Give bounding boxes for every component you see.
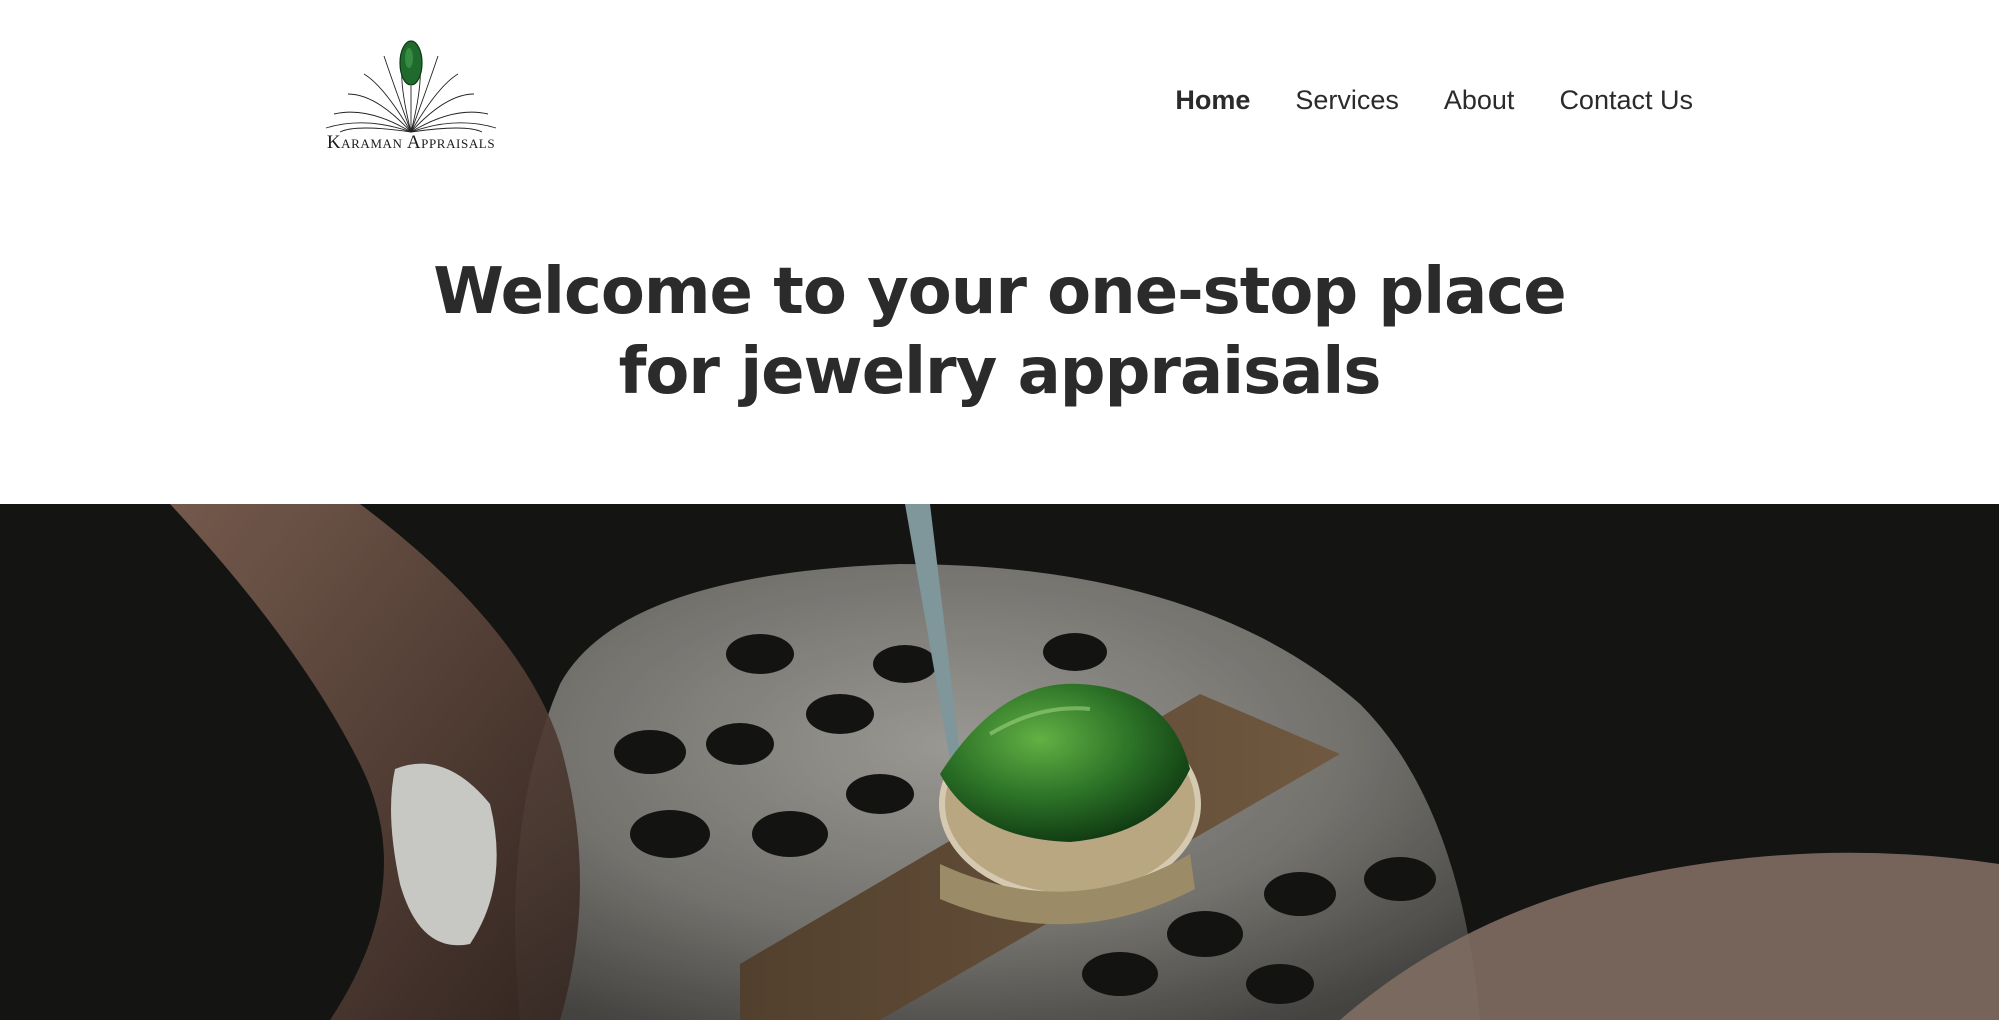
emerald-ring-photo [0, 504, 1999, 1020]
nav-contact-us[interactable]: Contact Us [1559, 85, 1693, 116]
logo-text: Karaman Appraisals [326, 132, 496, 153]
site-logo[interactable]: Karaman Appraisals [306, 36, 516, 156]
hero-image [0, 504, 1999, 1020]
main-nav: Home Services About Contact Us [1175, 80, 1693, 120]
hero-title: Welcome to your one-stop place for jewel… [433, 255, 1566, 409]
nav-services[interactable]: Services [1295, 85, 1399, 116]
nav-about[interactable]: About [1444, 85, 1515, 116]
nav-home[interactable]: Home [1175, 85, 1250, 116]
marquise-emerald-fan-icon [325, 40, 497, 133]
site-header: Karaman Appraisals Home Services About C… [0, 0, 1999, 200]
